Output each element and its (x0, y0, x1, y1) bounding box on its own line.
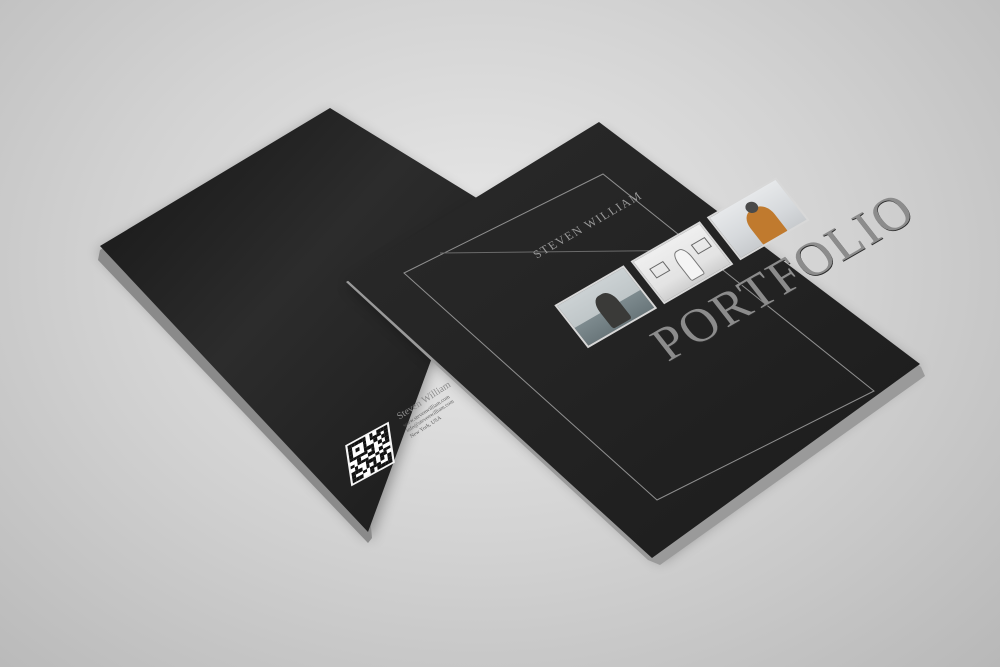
magazine-scene (98, 108, 925, 565)
